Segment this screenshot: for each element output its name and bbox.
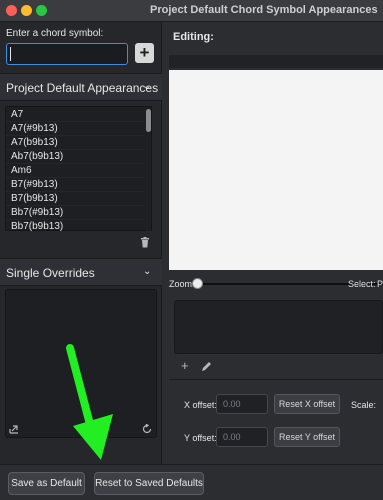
list-item[interactable]: A7(#9b13) [6,122,144,136]
export-icon[interactable] [9,423,19,434]
plus-icon[interactable]: + [181,359,189,372]
select-value[interactable]: P [377,279,383,289]
y-offset-label: Y offset: [184,433,217,443]
project-defaults-title: Project Default Appearances [6,81,159,95]
list-item[interactable]: A7(b9b13) [6,136,144,150]
list-item[interactable]: Bb7(#9b13) [6,206,144,220]
divider [169,379,383,380]
reset-to-saved-defaults-button[interactable]: Reset to Saved Defaults [94,472,204,495]
editor-toolbar-strip [169,55,383,68]
annotation-arrow [66,344,113,460]
zoom-slider-knob[interactable] [192,278,203,289]
reset-x-offset-button[interactable]: Reset X offset [274,394,340,414]
save-as-default-button[interactable]: Save as Default [8,472,85,495]
scale-label: Scale: [351,400,377,410]
y-offset-field[interactable]: 0.00 [216,427,268,447]
list-item[interactable]: B7(#9b13) [6,178,144,192]
list-item[interactable]: Bb7(b9b13) [6,220,144,234]
zoom-window-button[interactable] [36,5,47,16]
reset-y-offset-button[interactable]: Reset Y offset [274,427,340,447]
chevron-down-icon[interactable]: ⌄ [143,266,151,277]
chord-entry-label: Enter a chord symbol: [6,28,104,39]
chord-symbol-input[interactable] [6,43,128,65]
list-item[interactable]: B7(b9b13) [6,192,144,206]
window-title: Project Default Chord Symbol Appearances [150,4,378,16]
add-chord-button[interactable]: + [135,43,154,63]
zoom-label: Zoom: [169,279,195,289]
minimize-window-button[interactable] [21,5,32,16]
select-label: Select: [348,279,376,289]
trash-icon[interactable] [140,237,150,248]
list-item[interactable]: A7 [6,108,144,122]
single-overrides-title: Single Overrides [6,266,95,280]
reset-icon[interactable] [142,423,152,434]
editing-title: Editing: [173,31,214,43]
text-cursor [10,47,11,61]
chevron-down-icon[interactable]: ⌄ [143,81,151,92]
close-window-button[interactable] [6,5,17,16]
list-item[interactable]: Am6 [6,164,144,178]
x-offset-field[interactable]: 0.00 [216,394,268,414]
component-list[interactable] [174,300,383,354]
list-scrollbar-thumb[interactable] [146,109,151,132]
pencil-icon[interactable] [201,361,212,372]
x-offset-label: X offset: [184,400,217,410]
preview-canvas[interactable] [169,70,383,270]
list-item[interactable]: Ab7(b9b13) [6,150,144,164]
